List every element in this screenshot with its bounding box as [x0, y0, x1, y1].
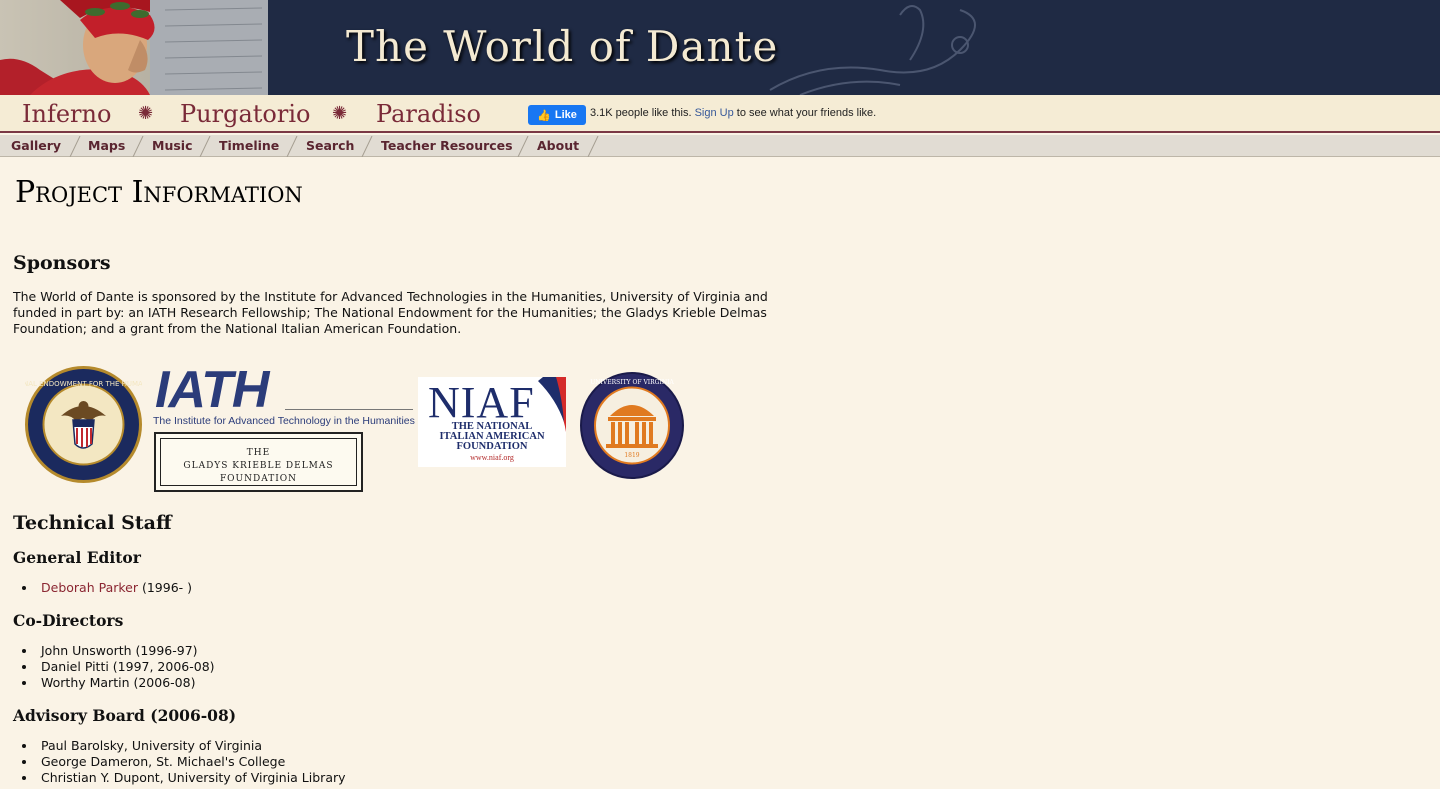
nav-separator — [69, 136, 81, 157]
list-item: Deborah Parker (1996- ) — [37, 580, 192, 596]
uva-seal-year: 1819 — [624, 452, 639, 459]
nav-gallery[interactable]: Gallery — [11, 138, 61, 153]
dante-portrait — [0, 0, 268, 95]
list-item: George Dameron, St. Michael's College — [37, 754, 346, 770]
facebook-like-text: 3.1K people like this. Sign Up to see wh… — [590, 107, 877, 119]
gkd-line-3: FOUNDATION — [219, 474, 298, 484]
decorative-swirl-icon — [769, 5, 976, 95]
sponsors-heading: Sponsors — [13, 252, 111, 274]
iath-logo-subtitle: The Institute for Advanced Technology in… — [153, 415, 415, 427]
nav-separator — [361, 136, 373, 157]
nav-purgatorio[interactable]: Purgatorio — [180, 100, 310, 128]
list-item: John Unsworth (1996-97) — [37, 643, 215, 659]
like-label: Like — [554, 109, 577, 121]
nav-music[interactable]: Music — [152, 138, 192, 153]
general-editor-heading: General Editor — [13, 548, 141, 567]
advisory-board-heading: Advisory Board (2006-08) — [13, 706, 237, 725]
co-directors-heading: Co-Directors — [13, 611, 124, 630]
list-item: Paul Barolsky, University of Virginia — [37, 738, 346, 754]
main-navbar: Gallery Maps Music Timeline Search Teach… — [0, 135, 1440, 157]
iath-logo-rule — [285, 409, 413, 410]
uva-seal-logo[interactable]: 1819 UNIVERSITY OF VIRGINIA — [580, 372, 684, 479]
thumbs-up-icon: 👍 — [537, 109, 551, 122]
neh-seal-text: NATIONAL ENDOWMENT FOR THE HUMANITIES — [25, 380, 142, 388]
nav-paradiso[interactable]: Paradiso — [376, 100, 481, 128]
nav-timeline[interactable]: Timeline — [219, 138, 279, 153]
neh-seal-logo[interactable]: NATIONAL ENDOWMENT FOR THE HUMANITIES — [25, 366, 142, 483]
nav-about[interactable]: About — [537, 138, 579, 153]
nav-teacher-resources[interactable]: Teacher Resources — [381, 138, 513, 153]
site-title[interactable]: The World of Dante — [346, 22, 778, 71]
gkd-line-2: GLADYS KRIEBLE DELMAS — [183, 461, 334, 471]
facebook-like-button[interactable]: 👍 Like — [528, 105, 586, 125]
uva-seal-text: UNIVERSITY OF VIRGINIA — [590, 379, 674, 386]
list-item: Christian Y. Dupont, University of Virgi… — [37, 770, 346, 786]
cantica-bar: Inferno ✺ Purgatorio ✺ Paradiso 👍 Like 3… — [0, 95, 1440, 133]
nav-inferno[interactable]: Inferno — [22, 100, 111, 128]
gkd-line-1: THE — [246, 448, 271, 458]
nav-separator — [199, 136, 211, 157]
page-title: Project Information — [15, 175, 303, 210]
nav-separator — [132, 136, 144, 157]
advisory-board-list: Paul Barolsky, University of Virginia Ge… — [37, 738, 346, 786]
iath-logo[interactable]: IATH — [155, 360, 269, 420]
facebook-signup-link[interactable]: Sign Up — [695, 107, 734, 119]
general-editor-list: Deborah Parker (1996- ) — [37, 580, 192, 596]
sponsors-text: The World of Dante is sponsored by the I… — [13, 289, 768, 336]
nav-separator — [587, 136, 599, 157]
niaf-logo[interactable]: NIAF THE NATIONAL ITALIAN AMERICAN FOUND… — [418, 377, 566, 467]
niaf-url: www.niaf.org — [470, 453, 514, 462]
gkd-foundation-logo[interactable]: THE GLADYS KRIEBLE DELMAS FOUNDATION — [154, 432, 363, 492]
list-item: Daniel Pitti (1997, 2006-08) — [37, 659, 215, 675]
technical-staff-heading: Technical Staff — [13, 512, 172, 534]
nav-separator — [286, 136, 298, 157]
co-directors-list: John Unsworth (1996-97) Daniel Pitti (19… — [37, 643, 215, 691]
list-item: Worthy Martin (2006-08) — [37, 675, 215, 691]
star-icon: ✺ — [138, 103, 154, 124]
site-banner: The World of Dante — [0, 0, 1440, 95]
deborah-parker-link[interactable]: Deborah Parker — [41, 580, 138, 595]
nav-search[interactable]: Search — [306, 138, 354, 153]
star-icon: ✺ — [332, 103, 348, 124]
nav-separator — [517, 136, 529, 157]
niaf-subtitle: THE NATIONAL ITALIAN AMERICAN FOUNDATION — [439, 421, 545, 452]
nav-maps[interactable]: Maps — [88, 138, 125, 153]
